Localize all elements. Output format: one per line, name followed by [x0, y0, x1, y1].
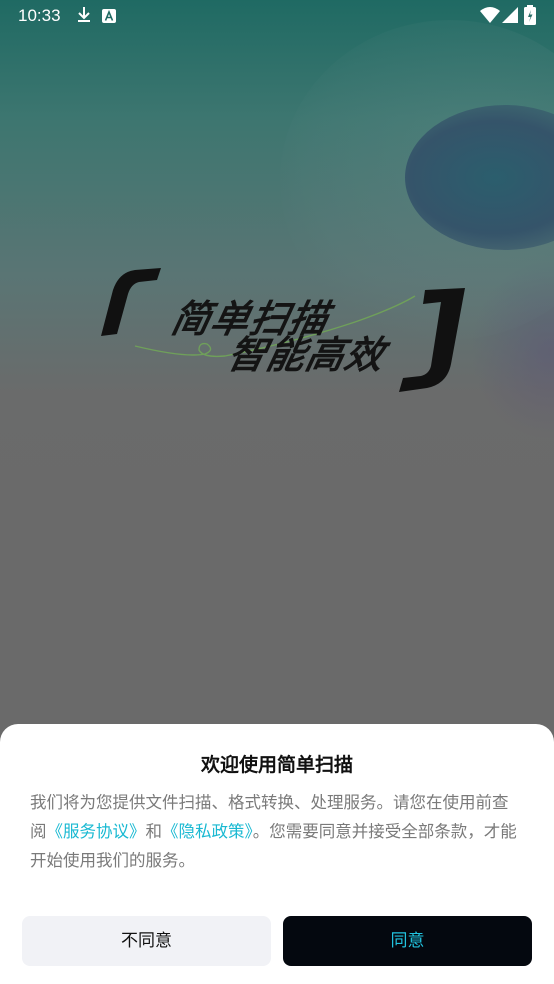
slogan-logo: 简单扫描 智能高效 [95, 262, 475, 402]
download-icon [76, 6, 92, 28]
disagree-button[interactable]: 不同意 [22, 916, 271, 966]
privacy-policy-link[interactable]: 《隐私政策》 [162, 822, 253, 841]
status-time: 10:33 [18, 6, 61, 25]
a-notification-icon [102, 8, 116, 27]
privacy-consent-dialog: 欢迎使用简单扫描 我们将为您提供文件扫描、格式转换、处理服务。请您在使用前查阅《… [0, 724, 554, 984]
slogan-line-2: 智能高效 [223, 333, 389, 377]
service-agreement-link[interactable]: 《服务协议》 [47, 822, 146, 841]
agree-button[interactable]: 同意 [283, 916, 532, 966]
signal-icon [502, 7, 518, 27]
dialog-title: 欢迎使用简单扫描 [200, 754, 353, 776]
wifi-icon [480, 7, 500, 27]
body-text: 和 [145, 822, 163, 841]
battery-icon [524, 5, 536, 29]
status-bar: 10:33 [0, 0, 554, 32]
dialog-body: 我们将为您提供文件扫描、格式转换、处理服务。请您在使用前查阅《服务协议》和《隐私… [30, 788, 524, 875]
